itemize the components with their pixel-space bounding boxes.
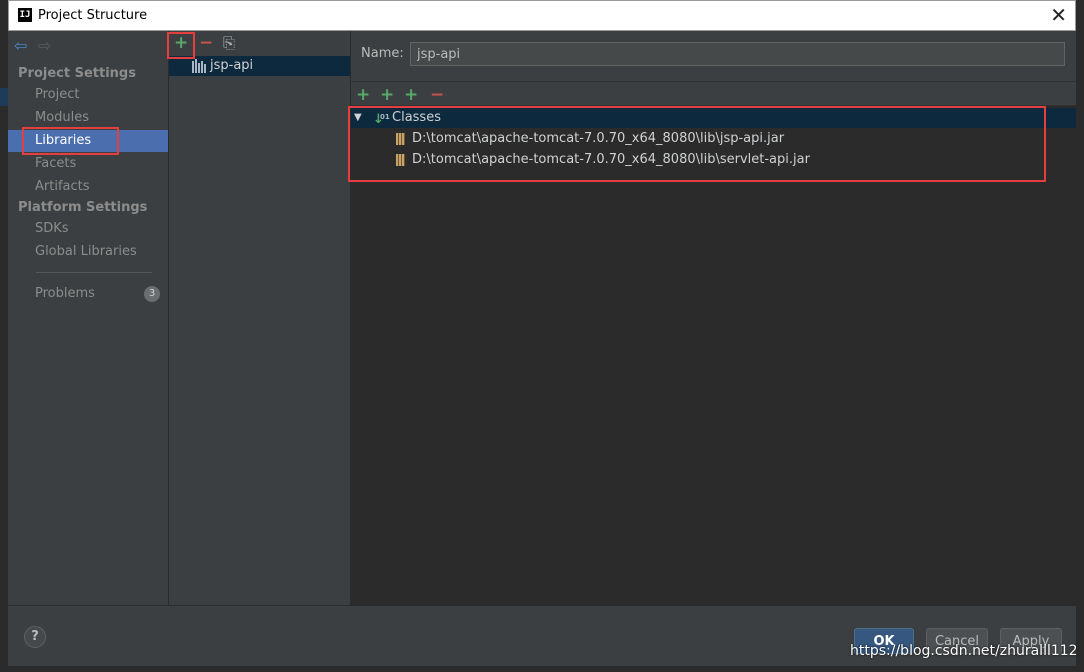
sidebar-item-artifacts[interactable]: Artifacts [8, 176, 168, 198]
watermark-text: https://blog.csdn.net/zhuralll112 [850, 643, 1078, 659]
attach-file-icon[interactable]: + [404, 85, 418, 105]
libraries-toolbar: + − ⎘ [169, 31, 350, 55]
sidebar-item-modules[interactable]: Modules [8, 107, 168, 129]
classes-tree: ▼ ↓ 01 Classes D:\tomcat\apache-tomcat-7.… [351, 105, 1076, 606]
window-titlebar: IJ Project Structure ✕ [8, 0, 1076, 31]
sidebar-item-facets[interactable]: Facets [8, 153, 168, 175]
detail-separator [351, 81, 1076, 82]
platform-settings-heading: Platform Settings [18, 200, 148, 215]
desktop-background-accent [0, 88, 8, 106]
intellij-logo-icon: IJ [18, 8, 32, 22]
problems-count-badge: 3 [144, 286, 160, 302]
library-list-item[interactable]: jsp-api [169, 56, 350, 76]
tree-node-classes[interactable]: ▼ ↓ 01 Classes [351, 108, 1076, 128]
remove-root-icon[interactable]: − [430, 85, 444, 105]
sidebar-item-project[interactable]: Project [8, 84, 168, 106]
sidebar-item-global-libraries[interactable]: Global Libraries [8, 241, 168, 263]
tree-node-jar[interactable]: D:\tomcat\apache-tomcat-7.0.70_x64_8080\… [351, 129, 1076, 149]
project-structure-dialog: ⇦ ⇨ Project Settings Project Modules Libr… [8, 31, 1076, 666]
tree-node-jar[interactable]: D:\tomcat\apache-tomcat-7.0.70_x64_8080\… [351, 150, 1076, 170]
tree-node-label: Classes [392, 110, 441, 125]
add-library-icon[interactable]: + [174, 33, 188, 53]
library-name-field[interactable] [410, 42, 1065, 66]
help-icon[interactable]: ? [24, 626, 46, 648]
remove-library-icon[interactable]: − [199, 33, 213, 53]
expand-toggle-icon[interactable]: ▼ [354, 108, 362, 128]
library-detail-pane: Name: + + + − ▼ ↓01 Classes D:\tomcat\ap… [351, 31, 1076, 606]
project-settings-heading: Project Settings [18, 66, 136, 81]
window-title: Project Structure [38, 8, 148, 23]
jar-file-icon [396, 154, 405, 166]
add-root-icon[interactable]: + [356, 85, 370, 105]
library-name: jsp-api [210, 58, 254, 73]
library-icon [192, 59, 208, 73]
sidebar-item-sdks[interactable]: SDKs [8, 218, 168, 240]
sidebar-item-libraries[interactable]: Libraries [8, 130, 168, 152]
forward-arrow-icon[interactable]: ⇨ [38, 36, 54, 55]
copy-library-icon[interactable]: ⎘ [223, 33, 235, 53]
jar-path: D:\tomcat\apache-tomcat-7.0.70_x64_8080\… [412, 131, 785, 146]
close-icon[interactable]: ✕ [1050, 3, 1067, 27]
back-arrow-icon[interactable]: ⇦ [14, 36, 30, 55]
libraries-list-pane: + − ⎘ jsp-api [169, 31, 351, 605]
settings-sidebar: ⇦ ⇨ Project Settings Project Modules Libr… [8, 31, 169, 605]
sidebar-divider [36, 272, 152, 273]
classes-root-icon: ↓ 01 [373, 112, 390, 127]
name-label: Name: [361, 46, 404, 61]
add-alternate-root-icon[interactable]: + [380, 85, 394, 105]
jar-path: D:\tomcat\apache-tomcat-7.0.70_x64_8080\… [412, 152, 810, 167]
jar-file-icon [396, 133, 405, 145]
nav-arrows: ⇦ ⇨ [14, 36, 62, 55]
